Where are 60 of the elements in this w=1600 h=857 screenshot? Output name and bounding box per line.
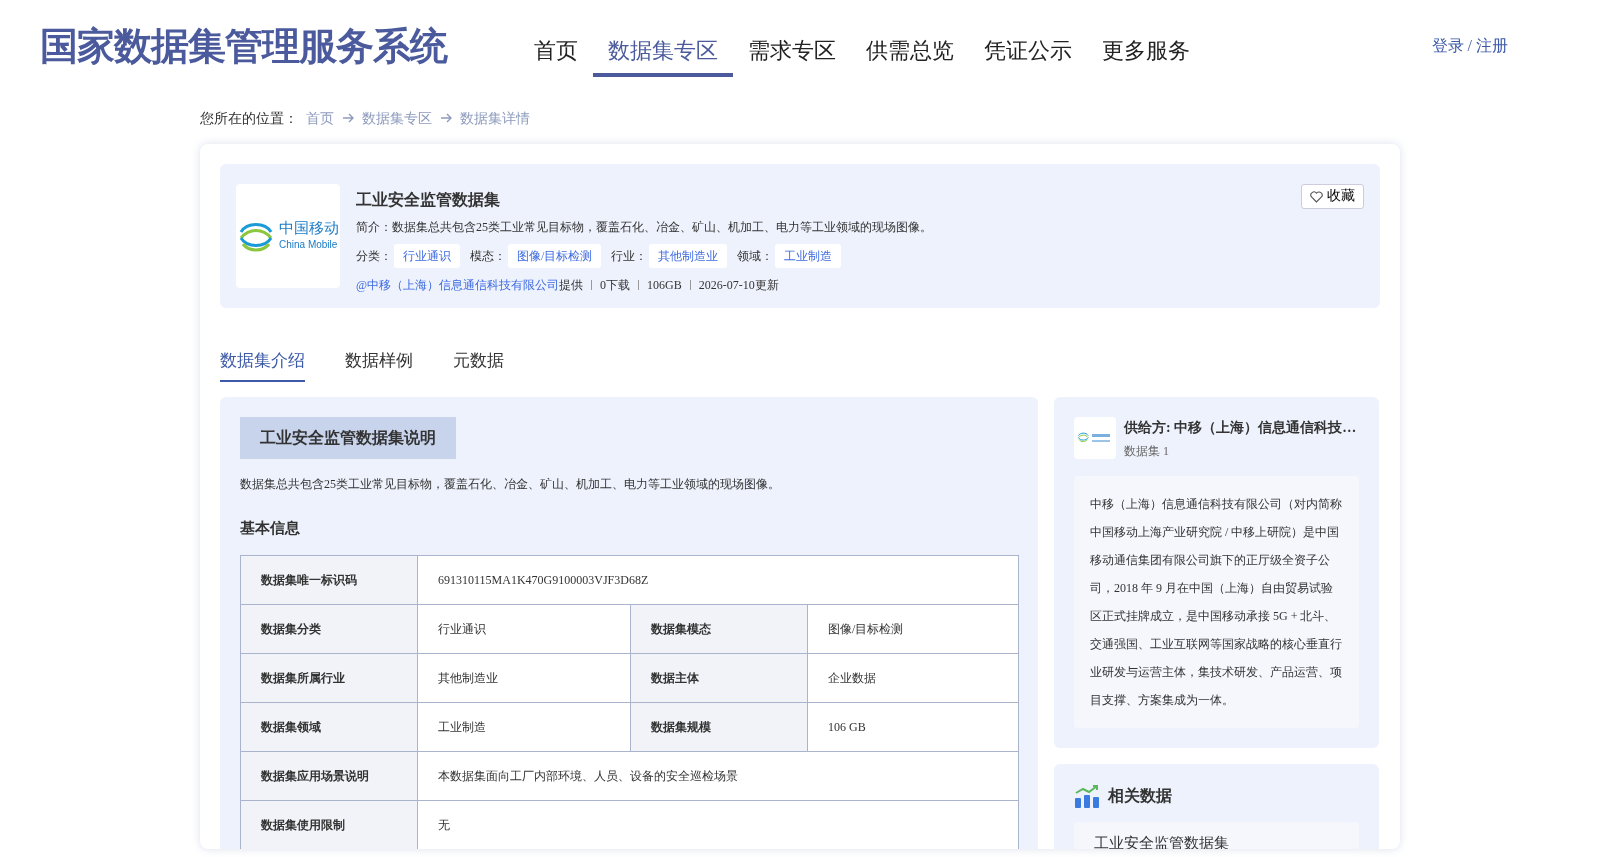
nav-link[interactable]: 凭证公示 bbox=[969, 19, 1087, 77]
tag[interactable]: 工业制造 bbox=[775, 244, 842, 268]
table-cell: 数据集领域 bbox=[240, 702, 418, 752]
dataset-title: 工业安全监管数据集 bbox=[356, 189, 501, 211]
login-link[interactable]: 登录 / 注册 bbox=[1431, 34, 1508, 58]
tab[interactable]: 元数据 bbox=[453, 342, 504, 382]
dataset-summary: 简介：数据集总共包含25类工业常见目标物，覆盖石化、冶金、矿山、机加工、电力等工业领域的现场图像。 bbox=[356, 219, 933, 236]
table-cell: 其他制造业 bbox=[417, 653, 631, 703]
tag[interactable]: 行业通识 bbox=[394, 244, 460, 268]
nav-link[interactable]: 需求专区 bbox=[733, 19, 851, 77]
nav-link[interactable]: 更多服务 bbox=[1087, 19, 1205, 77]
table-cell: 本数据集面向工厂内部环境、人员、设备的安全巡检场景 bbox=[417, 751, 1019, 801]
section-heading: 工业安全监管数据集说明 bbox=[240, 416, 456, 459]
tag-label: 领域： bbox=[737, 248, 774, 265]
table-cell: 数据集规模 bbox=[630, 702, 808, 752]
related-title: 相关数据 bbox=[1108, 784, 1172, 807]
arrow-icon bbox=[440, 113, 452, 123]
table-cell: 企业数据 bbox=[807, 653, 1019, 703]
nav-link[interactable]: 供需总览 bbox=[851, 19, 969, 77]
arrow-icon bbox=[342, 113, 354, 123]
stat-text: 2026-07-10更新 bbox=[698, 277, 779, 294]
tag[interactable]: 其他制造业 bbox=[649, 244, 728, 268]
table-cell: 工业制造 bbox=[417, 702, 631, 752]
related-item[interactable]: 工业安全监管数据集 bbox=[1074, 821, 1359, 849]
site-title: 国家数据集管理服务系统 bbox=[40, 22, 447, 70]
logo-icon bbox=[1077, 431, 1113, 445]
table-cell: 数据集分类 bbox=[240, 604, 418, 654]
nav-link[interactable]: 首页 bbox=[519, 19, 593, 77]
tag-label: 分类： bbox=[356, 248, 392, 265]
tag-label: 行业： bbox=[611, 248, 648, 265]
logo-text: China Mobile bbox=[279, 237, 339, 252]
provided-text: 提供 bbox=[559, 277, 584, 294]
tab[interactable]: 数据集介绍 bbox=[220, 342, 305, 382]
provider-link[interactable]: @中移（上海）信息通信科技有限公司 bbox=[356, 276, 560, 294]
favorite-button[interactable]: 收藏 bbox=[1301, 184, 1364, 209]
table-cell: 数据集应用场景说明 bbox=[240, 751, 418, 801]
logo-text: 中国移动 bbox=[279, 220, 339, 237]
table-cell: 106 GB bbox=[807, 702, 1019, 752]
dataset-count: 数据集 1 bbox=[1124, 442, 1170, 460]
table-cell: 图像/目标检测 bbox=[807, 604, 1019, 654]
table-cell: 数据主体 bbox=[630, 653, 808, 703]
intro-text: 数据集总共包含25类工业常见目标物，覆盖石化、冶金、矿山、机加工、电力等工业领域的现场图像。 bbox=[240, 475, 781, 493]
nav-link[interactable]: 数据集专区 bbox=[593, 19, 733, 77]
tag-label: 模态： bbox=[470, 248, 506, 265]
table-cell: 数据集所属行业 bbox=[240, 653, 418, 703]
heart-icon bbox=[1310, 190, 1323, 203]
stat-text: 0下载 bbox=[600, 277, 631, 294]
supplier-name: 供给方: 中移（上海）信息通信科技… bbox=[1124, 418, 1357, 437]
stat-text: 106GB bbox=[647, 277, 682, 294]
tab[interactable]: 数据样例 bbox=[345, 342, 413, 382]
supplier-description: 中移（上海）信息通信科技有限公司（对内简称中国移动上海产业研究院 / 中移上研院）是中国移动通信集团有限公司旗下的正厅级全资子公司，2018 年 9 月在中国（上海）自由贸易试验区正式挂牌成立，是中国移动承接 5G + 北斗、交通强国、工业互联网等国家战略的核心垂直行业研发与运营主体，集技术研发、产品运营、项目支撑、方案集成为一体。 bbox=[1074, 475, 1359, 728]
table-cell: 691310115MA1K470G9100003VJF3D68Z bbox=[417, 555, 1019, 605]
table-cell: 数据集使用限制 bbox=[240, 800, 418, 849]
breadcrumb-label: 您所在的位置： bbox=[200, 109, 298, 128]
chart-icon bbox=[1074, 783, 1100, 808]
table-cell: 行业通识 bbox=[417, 604, 631, 654]
tag[interactable]: 图像/目标检测 bbox=[508, 244, 602, 268]
table-cell: 数据集唯一标识码 bbox=[240, 555, 418, 605]
section-title: 基本信息 bbox=[240, 517, 301, 539]
table-cell: 数据集模态 bbox=[630, 604, 808, 654]
